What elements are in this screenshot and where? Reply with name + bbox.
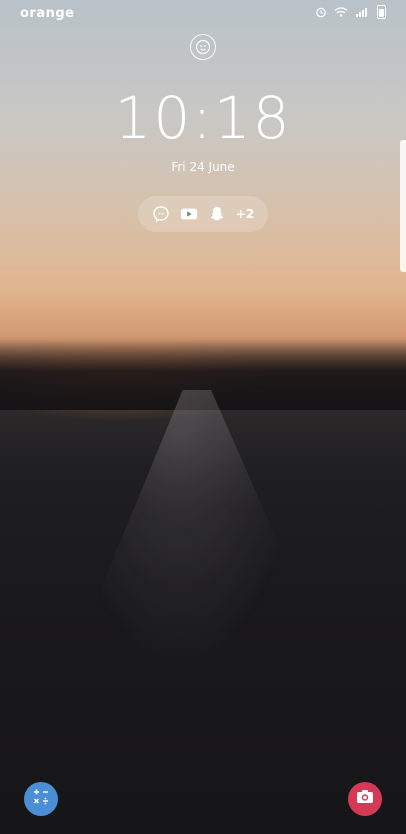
- calculator-shortcut[interactable]: [24, 782, 58, 816]
- wifi-icon: [334, 5, 348, 19]
- lockscreen-date: Fri 24 June: [171, 160, 235, 174]
- youtube-icon[interactable]: [180, 205, 198, 223]
- alarm-icon: [314, 5, 328, 19]
- lockscreen-clock: 10:18: [114, 84, 292, 152]
- status-icons: [314, 5, 388, 19]
- calculator-icon: [31, 787, 51, 811]
- edge-panel-handle[interactable]: [400, 140, 406, 272]
- more-notifications-count: +2: [235, 207, 255, 221]
- camera-shortcut[interactable]: [348, 782, 382, 816]
- snapchat-icon[interactable]: [208, 205, 226, 223]
- notification-icons[interactable]: +2: [138, 196, 268, 232]
- camera-icon: [355, 788, 375, 810]
- battery-icon: [374, 5, 388, 19]
- messenger-icon[interactable]: [152, 205, 170, 223]
- signal-icon: [354, 5, 368, 19]
- carrier-name: orange: [20, 6, 75, 21]
- status-bar: orange: [0, 0, 406, 26]
- face-icon[interactable]: [190, 34, 216, 60]
